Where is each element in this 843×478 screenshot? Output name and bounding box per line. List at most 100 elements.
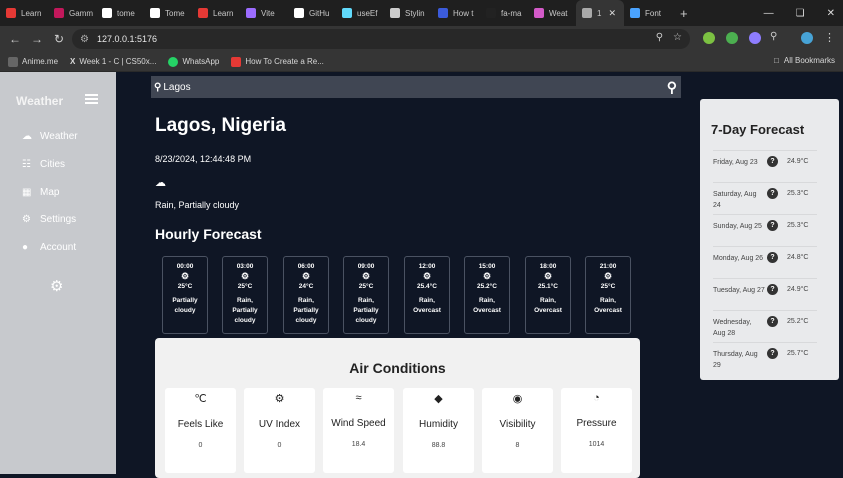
bookmark-item[interactable]: X Week 1 - C | CS50x... xyxy=(70,57,156,66)
forecast-row: Friday, Aug 23? 24.9°C xyxy=(713,150,817,182)
tab-label: Stylin xyxy=(405,8,425,18)
browser-tab[interactable]: Learn xyxy=(0,0,48,26)
forecast-day: Friday, Aug 23 xyxy=(713,159,758,166)
hourly-desc: Partially xyxy=(353,307,379,314)
sidebar-item-settings[interactable]: ⚙ Settings xyxy=(22,214,76,225)
whatsapp-icon xyxy=(168,56,179,67)
address-bar[interactable]: ⚙ 127.0.0.1:5176 ⚲ ☆ xyxy=(72,29,690,49)
air-condition-card: ℃ Feels Like 0 xyxy=(165,388,236,473)
zoom-icon[interactable]: ⚲ xyxy=(656,32,663,43)
forecast-title: 7-Day Forecast xyxy=(711,122,805,137)
tab-label: Weat xyxy=(549,8,568,18)
profile-avatar[interactable] xyxy=(801,32,813,44)
browser-tab[interactable]: 1 ✕ xyxy=(576,0,624,26)
browser-tab[interactable]: Gamm xyxy=(48,0,96,26)
forecast-row: Thursday, Aug 29? 25.7°C xyxy=(713,342,817,374)
restore-icon[interactable]: ❏ xyxy=(796,8,805,19)
extension-icon[interactable] xyxy=(726,32,738,44)
browser-menu-icon[interactable]: ⋮ xyxy=(824,31,836,44)
forecast-temp: 25.2°C xyxy=(787,318,809,325)
forward-icon[interactable]: → xyxy=(26,32,48,46)
search-input[interactable]: Lagos xyxy=(163,82,190,93)
hourly-card: 06:00 ⚙ 24°C Rain, Partially cloudy xyxy=(283,256,329,334)
search-bar[interactable]: ⚲ Lagos ⚲ xyxy=(151,76,681,98)
tab-favicon-icon xyxy=(246,8,256,18)
browser-tab[interactable]: tome xyxy=(96,0,144,26)
air-condition-card: ⚙ UV Index 0 xyxy=(244,388,315,473)
tab-label: Tome xyxy=(165,8,185,18)
reload-icon[interactable]: ↻ xyxy=(48,32,70,46)
x-icon: X xyxy=(70,57,76,66)
browser-tab[interactable]: Vite xyxy=(240,0,288,26)
browser-tab[interactable]: Tome xyxy=(144,0,192,26)
bookmark-label: Anime.me xyxy=(22,57,59,66)
new-tab-icon[interactable]: + xyxy=(680,6,688,21)
tab-label: 1 xyxy=(597,8,602,18)
all-bookmarks-button[interactable]: □ All Bookmarks xyxy=(774,56,835,65)
account-icon: ● xyxy=(22,241,29,253)
browser-tab[interactable]: GitHu xyxy=(288,0,336,26)
site-info-icon[interactable]: ⚙ xyxy=(80,34,89,45)
sidebar-item-label: Cities xyxy=(40,159,66,170)
hourly-time: 12:00 xyxy=(418,263,436,270)
bookmark-item[interactable]: WhatsApp xyxy=(168,56,219,67)
browser-tab[interactable]: Weat xyxy=(528,0,576,26)
tab-favicon-icon xyxy=(534,8,544,18)
hourly-card: 09:00 ⚙ 25°C Rain, Partially cloudy xyxy=(343,256,389,334)
browser-tab[interactable]: Stylin xyxy=(384,0,432,26)
browser-tab[interactable]: Font xyxy=(624,0,672,26)
sidebar-item-weather[interactable]: ☁ Weather xyxy=(22,131,78,142)
cloud-icon: ☁ xyxy=(155,177,166,189)
bookmark-star-icon[interactable]: ☆ xyxy=(673,32,682,43)
tab-label: Learn xyxy=(21,8,42,18)
air-condition-label: Pressure xyxy=(576,418,617,429)
bookmark-item[interactable]: Anime.me xyxy=(8,56,59,67)
forecast-row: Saturday, Aug 24? 25.3°C xyxy=(713,182,817,214)
hourly-desc: Overcast xyxy=(534,307,562,314)
hourly-card: 18:00 ⚙ 25.1°C Rain, Overcast xyxy=(525,256,571,334)
sidebar-item-label: Account xyxy=(40,242,77,253)
bookmark-label: How To Create a Re... xyxy=(245,57,324,66)
browser-tab-strip: Learn Gamm tome Tome Learn Vite GitHu useEf Styl… xyxy=(0,0,843,26)
bookmark-item[interactable]: How To Create a Re... xyxy=(231,56,324,67)
tab-close-icon[interactable]: ✕ xyxy=(608,8,616,19)
extension-icon[interactable] xyxy=(703,32,715,44)
sidebar-item-cities[interactable]: ☷ Cities xyxy=(22,159,65,170)
hourly-time: 06:00 xyxy=(297,263,315,270)
hourly-desc: Rain, xyxy=(479,297,495,304)
sidebar-item-map[interactable]: ▦ Map xyxy=(22,187,59,198)
tab-favicon-icon xyxy=(342,8,352,18)
browser-tab[interactable]: fa-ma xyxy=(480,0,528,26)
minimize-icon[interactable]: — xyxy=(764,8,774,19)
sun-icon: ⚙ xyxy=(361,271,371,281)
air-condition-value: 8 xyxy=(515,442,520,449)
air-condition-value: 18.4 xyxy=(351,441,366,448)
air-condition-value: 0 xyxy=(198,442,203,449)
gear-icon[interactable]: ⚙ xyxy=(50,277,63,295)
forecast-temp: 25.3°C xyxy=(787,190,809,197)
extension-icon[interactable] xyxy=(749,32,761,44)
forecast-day: Thursday, Aug 29 xyxy=(713,351,758,369)
hourly-desc: Overcast xyxy=(473,307,501,314)
tab-favicon-icon xyxy=(102,8,112,18)
extensions-puzzle-icon[interactable]: ⚲ xyxy=(770,31,782,43)
hourly-desc: cloudy xyxy=(174,307,196,314)
browser-tab[interactable]: How t xyxy=(432,0,480,26)
folder-icon: □ xyxy=(774,56,779,65)
forecast-temp: 24.9°C xyxy=(787,158,809,165)
tab-favicon-icon xyxy=(390,8,400,18)
hourly-desc: Rain, xyxy=(419,297,435,304)
search-submit-icon[interactable]: ⚲ xyxy=(667,79,677,96)
hamburger-menu-icon[interactable] xyxy=(85,94,98,104)
back-icon[interactable]: ← xyxy=(4,32,26,46)
browser-tab[interactable]: useEf xyxy=(336,0,384,26)
close-window-icon[interactable]: ✕ xyxy=(827,8,835,19)
sidebar-item-account[interactable]: ● Account xyxy=(22,242,76,253)
url-text: 127.0.0.1:5176 xyxy=(96,34,158,44)
settings-icon: ⚙ xyxy=(22,213,31,225)
city-title: Lagos, Nigeria xyxy=(155,115,286,136)
browser-tab[interactable]: Learn xyxy=(192,0,240,26)
hourly-time: 21:00 xyxy=(599,263,617,270)
hourly-desc: Partially xyxy=(232,307,258,314)
hourly-desc: Rain, xyxy=(358,297,374,304)
